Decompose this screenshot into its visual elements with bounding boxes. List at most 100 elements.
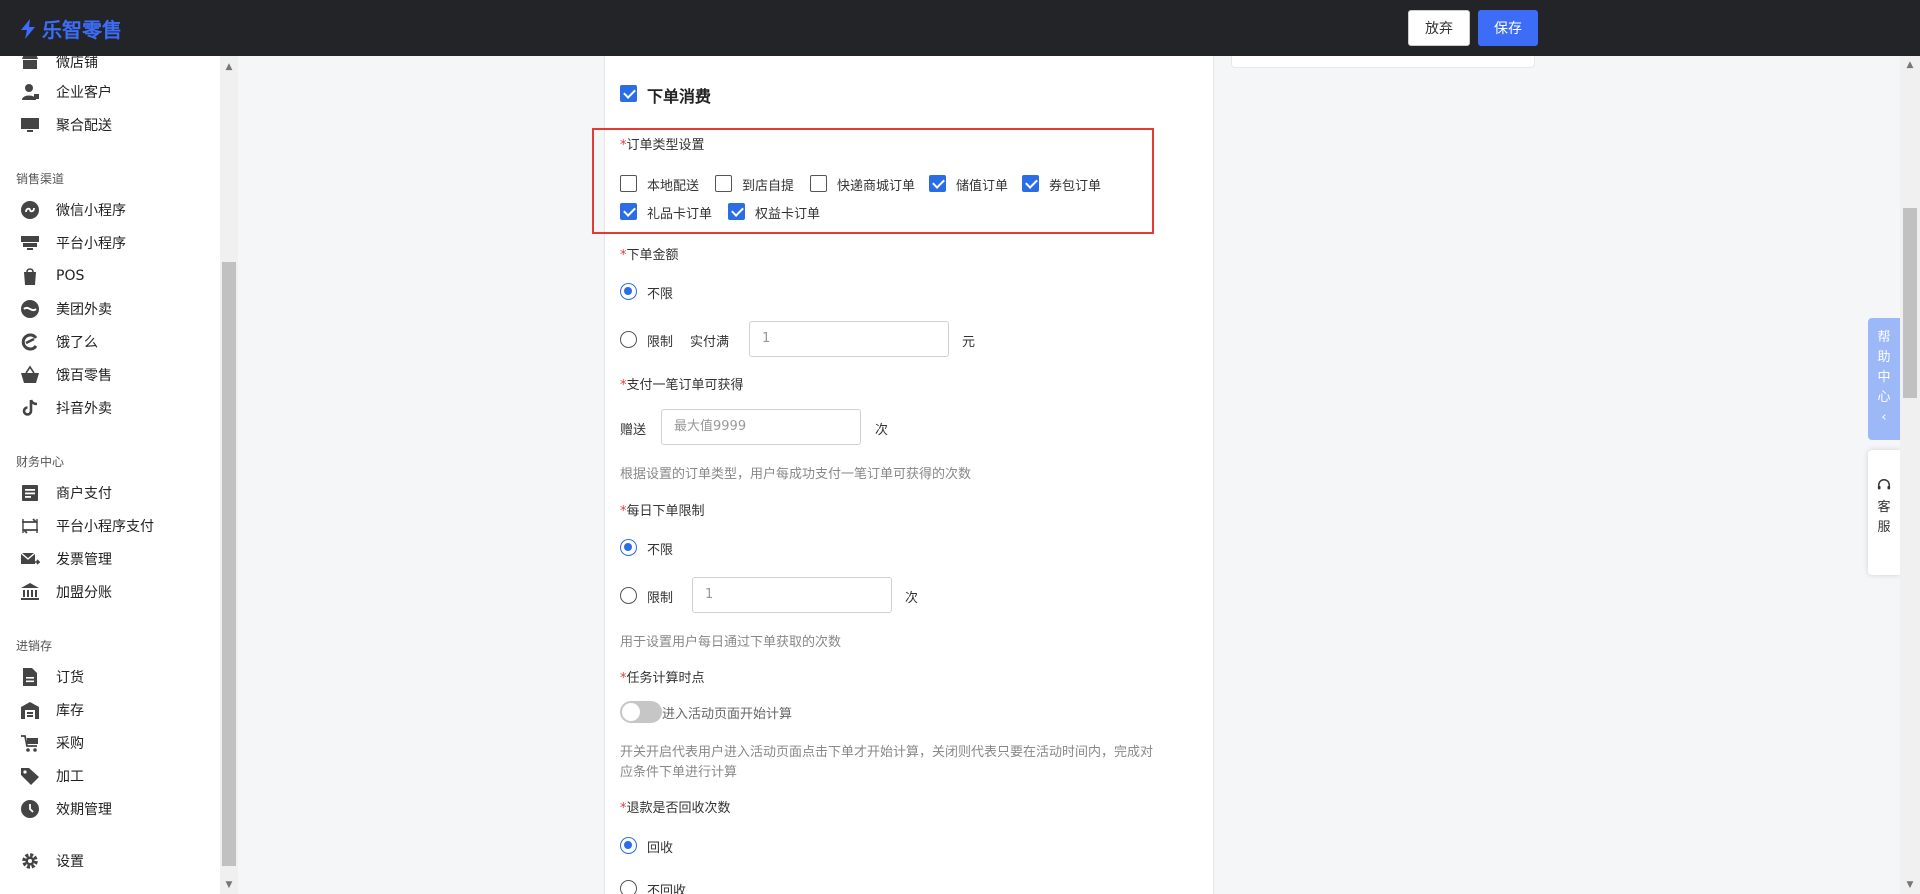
sidebar-item-label: POS [56,268,85,284]
radio-daily-unlimited[interactable] [620,539,637,556]
sidebar-item-franchise-split[interactable]: 加盟分账 [0,578,220,606]
sidebar-item-label: 商户支付 [56,486,112,502]
page-scrollbar-thumb[interactable] [1903,208,1917,398]
per-order-hint: 根据设置的订单类型，用户每成功支付一笔订单可获得的次数 [620,467,972,482]
radio-refund-no-recycle[interactable] [620,880,637,894]
sidebar-item-platform-pay[interactable]: 平台小程序支付 [0,512,220,540]
sidebar-item-merchant-pay[interactable]: 商户支付 [0,479,220,507]
toggle-label: 进入活动页面开始计算 [662,707,793,722]
sidebar-item-douyin[interactable]: 抖音外卖 [0,394,220,422]
sidebar-item-purchase[interactable]: 采购 [0,729,220,757]
basket-icon [20,365,40,385]
radio-label: 不限 [647,543,674,558]
sidebar-item-label: 效期管理 [56,802,112,818]
task-timing-hint-2: 应条件下单进行计算 [620,765,738,780]
page-scroll-down-icon[interactable]: ▼ [1903,878,1917,892]
sidebar-item-wechat-miniprogram[interactable]: 微信小程序 [0,196,220,224]
sidebar-item-ebai[interactable]: 饿百零售 [0,361,220,389]
person-icon [20,82,40,102]
platform-icon [20,233,40,253]
sidebar-scrollbar-thumb[interactable] [222,262,236,866]
sidebar-item-label: 企业客户 [56,85,112,101]
sidebar-item-expiry[interactable]: 效期管理 [0,795,220,823]
scroll-down-icon[interactable]: ▼ [222,878,236,892]
discard-button[interactable]: 放弃 [1408,10,1470,46]
sidebar-item-enterprise-customer[interactable]: 企业客户 [0,78,220,106]
sidebar-item-order-goods[interactable]: 订货 [0,663,220,691]
sidebar-item-inventory[interactable]: 库存 [0,696,220,724]
customer-service-tab[interactable]: 客 服 [1868,450,1900,575]
app-logo[interactable]: 乐智零售 [18,14,122,43]
sidebar-item-settings[interactable]: 设置 [0,847,220,875]
help-char: 心 [1877,390,1891,405]
daily-limit-label: *每日下单限制 [620,504,705,519]
side-card [1231,56,1535,68]
top-bar: 乐智零售 放弃 保存 [0,0,1920,56]
radio-daily-limit[interactable] [620,587,637,604]
section-checkbox[interactable] [620,85,637,102]
sidebar-item-micro-store[interactable]: 微店铺 [0,56,220,76]
sidebar-item-pos[interactable]: POS [0,262,220,290]
help-char: 中 [1877,370,1891,385]
refund-label: *退款是否回收次数 [620,801,731,816]
amount-unit: 元 [962,335,976,350]
task-timing-toggle[interactable] [620,701,662,723]
radio-amount-limit[interactable] [620,331,637,348]
radio-refund-recycle[interactable] [620,837,637,854]
task-timing-label: *任务计算时点 [620,671,705,686]
tiktok-icon [20,398,40,418]
section-title: 下单消费 [647,87,712,106]
sidebar-group-title: 财务中心 [16,455,65,469]
sidebar-item-label: 库存 [56,703,84,719]
sidebar-item-platform-miniprogram[interactable]: 平台小程序 [0,229,220,257]
scroll-up-icon[interactable]: ▲ [222,60,236,74]
file-icon [20,667,40,687]
chevron-left-icon: ‹ [1881,410,1887,425]
logo-icon [21,18,35,39]
sidebar-item-label: 美团外卖 [56,302,112,318]
sidebar-item-eleme[interactable]: 饿了么 [0,328,220,356]
list-doc-icon [20,483,40,503]
page-scrollbar[interactable] [1900,56,1920,894]
headset-icon [1868,478,1900,498]
order-amount-label: *下单金额 [620,248,679,263]
sidebar-item-label: 饿了么 [56,335,98,351]
daily-limit-unit: 次 [905,591,919,606]
gift-unit: 次 [875,423,889,438]
meituan-icon [20,299,40,319]
help-char: 帮 [1877,330,1891,345]
clock-icon [20,799,40,819]
radio-amount-unlimited[interactable] [620,283,637,300]
sidebar-item-label: 平台小程序支付 [56,519,154,535]
daily-limit-input[interactable]: 1 [692,577,892,613]
amount-input[interactable]: 1 [749,321,949,357]
sidebar-item-processing[interactable]: 加工 [0,762,220,790]
sidebar-item-invoice[interactable]: 发票管理 [0,545,220,573]
daily-limit-hint: 用于设置用户每日通过下单获取的次数 [620,635,842,650]
radio-label: 回收 [647,841,674,856]
warehouse-icon [20,700,40,720]
save-button[interactable]: 保存 [1478,10,1538,46]
sidebar-item-label: 聚合配送 [56,118,112,134]
monitor-icon [20,115,40,135]
sidebar-item-label: 微信小程序 [56,203,126,219]
mail-send-icon [20,549,40,569]
sidebar-item-label: 加盟分账 [56,585,112,601]
help-center-tab[interactable]: 帮 助 中 心 ‹ [1868,318,1900,440]
logo-text: 乐智零售 [42,18,122,42]
sidebar-item-aggregate-delivery[interactable]: 聚合配送 [0,111,220,139]
sidebar-item-label: 抖音外卖 [56,401,112,417]
tag-icon [20,766,40,786]
sidebar: 微店铺 企业客户 聚合配送 销售渠道 微信小程序 平台小程序 POS 美团外卖 [0,56,238,894]
sidebar-item-label: 微店铺 [56,56,98,71]
page-scroll-up-icon[interactable]: ▲ [1903,58,1917,72]
per-order-label: *支付一笔订单可获得 [620,378,744,393]
sidebar-item-label: 平台小程序 [56,236,126,252]
gift-count-input[interactable]: 最大值9999 [661,409,861,445]
sidebar-item-meituan[interactable]: 美团外卖 [0,295,220,323]
service-char: 服 [1877,520,1891,535]
gear-icon [20,851,40,871]
transfer-icon [20,516,40,536]
task-timing-hint-1: 开关开启代表用户进入活动页面点击下单才开始计算，关闭则代表只要在活动时间内，完成… [620,745,1154,760]
paid-full-label: 实付满 [690,335,730,350]
